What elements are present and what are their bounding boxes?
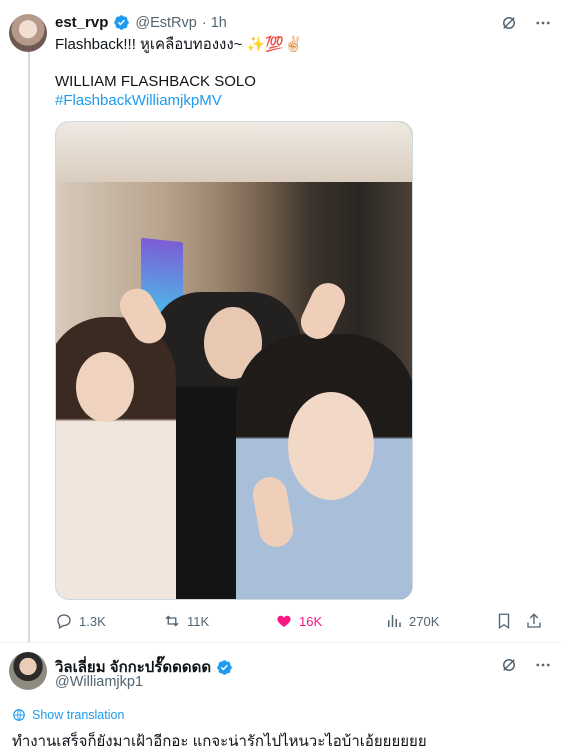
verified-badge-icon (217, 659, 232, 675)
show-translation-link[interactable]: Show translation (12, 708, 124, 722)
author-handle[interactable]: @EstRvp (135, 15, 196, 31)
photo-face-right (288, 392, 374, 500)
views-count: 270K (409, 613, 440, 629)
grok-icon[interactable] (500, 656, 518, 674)
bookmark-icon (498, 613, 510, 630)
photo-face-left (76, 352, 134, 422)
bookmark-button[interactable] (495, 612, 513, 630)
views-chart-icon (388, 615, 401, 627)
reply-author-handle[interactable]: @Williamjkp1 (55, 674, 143, 690)
like-count: 16K (299, 613, 323, 629)
reply-top-actions (500, 656, 552, 674)
views-button[interactable]: 270K (385, 612, 439, 630)
thread-connector-line (28, 52, 30, 642)
grok-icon[interactable] (500, 14, 518, 32)
share-button[interactable] (525, 612, 543, 630)
post-photo[interactable] (55, 121, 413, 600)
repost-icon (165, 615, 179, 627)
like-button[interactable]: 16K (275, 612, 322, 630)
more-options-icon[interactable] (534, 14, 552, 32)
photo-ceiling (56, 122, 412, 182)
show-translation-label: Show translation (32, 708, 125, 722)
author-name[interactable]: est_rvp (55, 14, 108, 31)
reply-text: ทำงานเสร็จก็ยังมาเฝ้าอีกอะ แกจะน่ารักไปไ… (12, 733, 427, 750)
reply-button[interactable]: 1.3K (55, 612, 106, 630)
repost-count: 11K (187, 613, 210, 629)
verified-badge-icon (114, 15, 130, 30)
post-action-bar: 1.3K 11K 16K 270K (55, 612, 543, 632)
avatar[interactable] (9, 14, 47, 52)
more-options-icon[interactable] (534, 656, 552, 674)
post-top-actions (500, 14, 552, 32)
post-text-line-1: Flashback!!! หูเคลือบทองงง~ ✨💯✌🏻 (55, 36, 303, 53)
share-icon (527, 613, 541, 628)
repost-button[interactable]: 11K (163, 612, 209, 630)
heart-icon (277, 615, 291, 627)
post-header: est_rvp @EstRvp · 1h (55, 14, 227, 31)
reply-icon (57, 614, 71, 629)
reply-avatar[interactable] (9, 652, 47, 690)
globe-icon (13, 709, 25, 721)
post-divider (0, 642, 563, 643)
post-time[interactable]: · 1h (202, 15, 227, 31)
post-text-line-2: WILLIAM FLASHBACK SOLO (55, 73, 256, 90)
post-hashtag-link[interactable]: #FlashbackWilliamjkpMV (55, 92, 222, 109)
reply-count: 1.3K (79, 613, 106, 629)
